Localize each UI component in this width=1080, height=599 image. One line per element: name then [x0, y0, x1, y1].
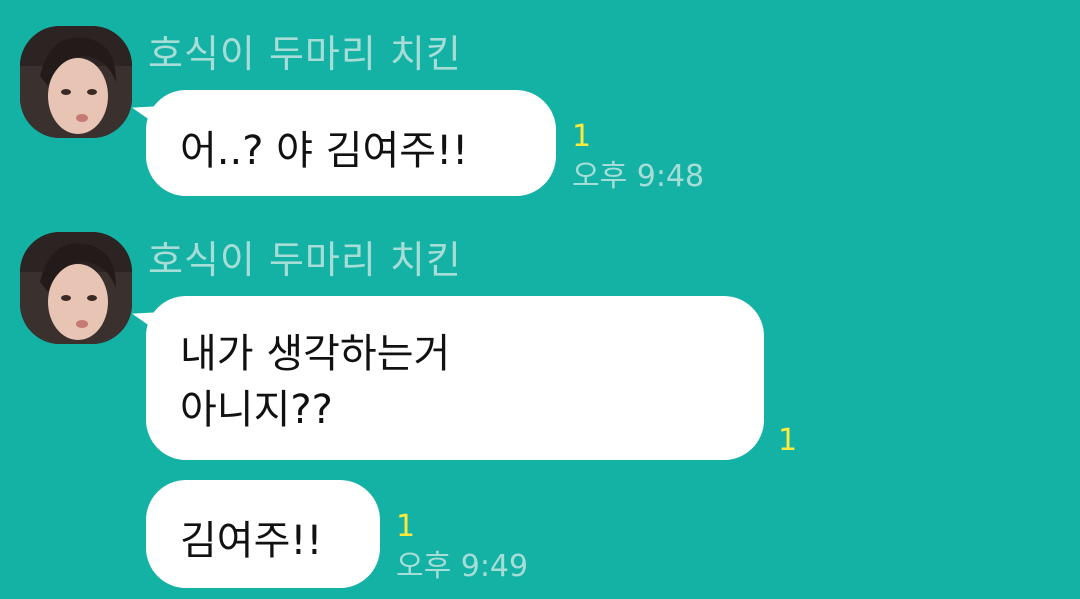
message-text: 어..? 야 김여주!! — [180, 128, 469, 174]
message-bubble[interactable]: 어..? 야 김여주!! — [146, 90, 556, 196]
message-bubble[interactable]: 내가 생각하는거 아니지?? — [146, 296, 764, 460]
sender-avatar[interactable] — [20, 232, 132, 344]
message-text-line: 내가 생각하는거 — [180, 331, 451, 377]
unread-count: 1 — [396, 509, 416, 544]
message-time: 오후 9:48 — [572, 159, 705, 194]
message-time: 오후 9:49 — [396, 549, 529, 584]
unread-count: 1 — [778, 423, 798, 458]
profile-photo-icon — [20, 26, 132, 138]
sender-name: 호식이 두마리 치킨 — [148, 238, 462, 282]
message-text: 김여주!! — [180, 518, 323, 564]
sender-avatar[interactable] — [20, 26, 132, 138]
message-text-line: 아니지?? — [180, 387, 333, 433]
message-bubble[interactable]: 김여주!! — [146, 480, 380, 588]
unread-count: 1 — [572, 119, 592, 154]
profile-photo-icon — [20, 232, 132, 344]
sender-name: 호식이 두마리 치킨 — [148, 32, 462, 76]
